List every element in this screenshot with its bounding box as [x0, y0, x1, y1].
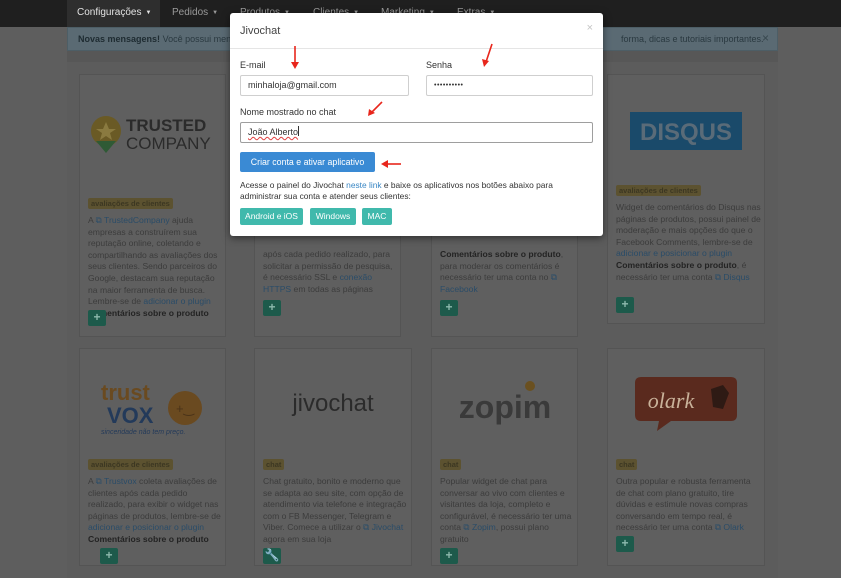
panel-link[interactable]: neste link: [346, 180, 381, 190]
email-field[interactable]: minhaloja@gmail.com: [240, 75, 409, 96]
nav-label: Pedidos: [172, 7, 209, 18]
plugin-link[interactable]: adicionar o plugin: [143, 296, 210, 306]
android-ios-button[interactable]: Android e iOS: [240, 208, 303, 225]
app-description: Outra popular e robusta ferramenta de ch…: [616, 476, 751, 533]
external-link[interactable]: ⧉ Olark: [715, 522, 744, 532]
app-description: A ⧉ Trustvox coleta avaliações de client…: [88, 476, 221, 544]
category-tag: avaliações de clientes: [88, 459, 173, 470]
add-app-button[interactable]: +: [616, 536, 634, 552]
annotation-arrow: [291, 46, 299, 69]
app-description: após cada pedido realizado, para solicit…: [263, 249, 393, 294]
create-account-button[interactable]: Criar conta e ativar aplicativo: [240, 152, 375, 172]
external-link[interactable]: ⧉ Zopim: [463, 522, 495, 532]
add-app-button[interactable]: +: [88, 310, 106, 326]
configure-app-button[interactable]: 🔧: [263, 548, 281, 564]
jivochat-modal: Jivochat × E-mail minhaloja@gmail.com Se…: [230, 13, 603, 236]
trustedcompany-logo: TRUSTED COMPANY: [80, 75, 225, 187]
app-description: Widget de comentários do Disqus nas pági…: [616, 202, 761, 282]
nav-label: Configurações: [77, 7, 142, 18]
svg-text:zopim: zopim: [458, 389, 550, 425]
zopim-logo: zopim: [432, 349, 577, 457]
alert-text-end: forma, dicas e tutoriais importantes.: [621, 34, 764, 44]
svg-text:TRUSTED: TRUSTED: [126, 116, 206, 135]
trustvox-logo: trust VOX +‿ sinceridade não tem preço.: [80, 349, 225, 457]
app-card-zopim: zopim chat Popular widget de chat para c…: [431, 348, 578, 566]
text-cursor: [298, 126, 300, 136]
disqus-logo: DISQUS: [608, 75, 764, 187]
category-tag: chat: [440, 459, 462, 470]
add-app-button[interactable]: +: [100, 548, 118, 564]
app-card-trustvox: trust VOX +‿ sinceridade não tem preço. …: [79, 348, 226, 566]
olark-logo: olark: [608, 349, 764, 457]
windows-button[interactable]: Windows: [310, 208, 356, 225]
category-tag: avaliações de clientes: [88, 198, 173, 209]
app-description: Popular widget de chat para conversar ao…: [440, 476, 572, 544]
svg-text:DISQUS: DISQUS: [640, 119, 732, 146]
svg-text:VOX: VOX: [107, 403, 154, 428]
modal-title: Jivochat: [240, 25, 281, 37]
svg-text:trust: trust: [101, 380, 151, 405]
close-icon[interactable]: ×: [587, 22, 593, 34]
wrench-icon: 🔧: [264, 548, 280, 562]
alert-title: Novas mensagens!: [78, 34, 161, 44]
close-icon[interactable]: ×: [762, 27, 769, 49]
external-link[interactable]: ⧉ Trustvox: [96, 476, 137, 486]
annotation-arrow: [482, 43, 493, 67]
app-description: Chat gratuito, bonito e moderno que se a…: [263, 476, 407, 544]
nav-item-pedidos[interactable]: Pedidos ▼: [172, 0, 218, 27]
svg-text:olark: olark: [648, 388, 696, 413]
plugin-link[interactable]: adicionar e posicionar o plugin: [616, 248, 732, 258]
help-text: Acesse o painel do Jivochat neste link e…: [240, 180, 553, 202]
chat-name-value: João Alberto: [248, 127, 299, 137]
category-tag: chat: [616, 459, 638, 470]
chevron-down-icon: ▼: [145, 10, 152, 16]
email-label: E-mail: [240, 60, 266, 70]
modal-divider: [230, 48, 603, 49]
chevron-down-icon: ▼: [212, 10, 219, 16]
external-link[interactable]: ⧉ TrustedCompany: [96, 215, 170, 225]
add-app-button[interactable]: +: [263, 300, 281, 316]
app-description: A ⧉ TrustedCompany ajuda empresas a cons…: [88, 215, 218, 318]
add-app-button[interactable]: +: [616, 297, 634, 313]
svg-text:jivochat: jivochat: [291, 390, 374, 417]
app-card-olark: olark chat Outra popular e robusta ferra…: [607, 348, 765, 566]
nav-item-configuracoes[interactable]: Configurações ▼: [67, 0, 160, 27]
plugin-link[interactable]: adicionar e posicionar o plugin: [88, 522, 204, 532]
chat-name-label: Nome mostrado no chat: [240, 107, 337, 117]
add-app-button[interactable]: +: [440, 548, 458, 564]
external-link[interactable]: ⧉ Jivochat: [363, 522, 403, 532]
external-link[interactable]: ⧉ Disqus: [715, 272, 750, 282]
svg-text:+‿: +‿: [175, 401, 195, 416]
chat-name-field[interactable]: João Alberto: [240, 122, 593, 143]
app-card-trustedcompany: TRUSTED COMPANY avaliações de clientes A…: [79, 74, 226, 337]
app-description: Comentários sobre o produto, para modera…: [440, 249, 564, 294]
svg-text:sinceridade não tem preço.: sinceridade não tem preço.: [101, 429, 185, 436]
annotation-arrow: [368, 101, 383, 116]
password-field[interactable]: ••••••••••: [426, 75, 593, 96]
annotation-arrow: [381, 160, 401, 168]
mac-button[interactable]: MAC: [362, 208, 392, 225]
app-card-jivochat: jivochat chat Chat gratuito, bonito e mo…: [254, 348, 412, 566]
svg-text:COMPANY: COMPANY: [126, 134, 211, 153]
category-tag: avaliações de clientes: [616, 185, 701, 196]
app-card-disqus: DISQUS avaliações de clientes Widget de …: [607, 74, 765, 324]
add-app-button[interactable]: +: [440, 300, 458, 316]
jivochat-logo: jivochat: [255, 349, 411, 457]
password-label: Senha: [426, 60, 453, 70]
category-tag: chat: [263, 459, 285, 470]
